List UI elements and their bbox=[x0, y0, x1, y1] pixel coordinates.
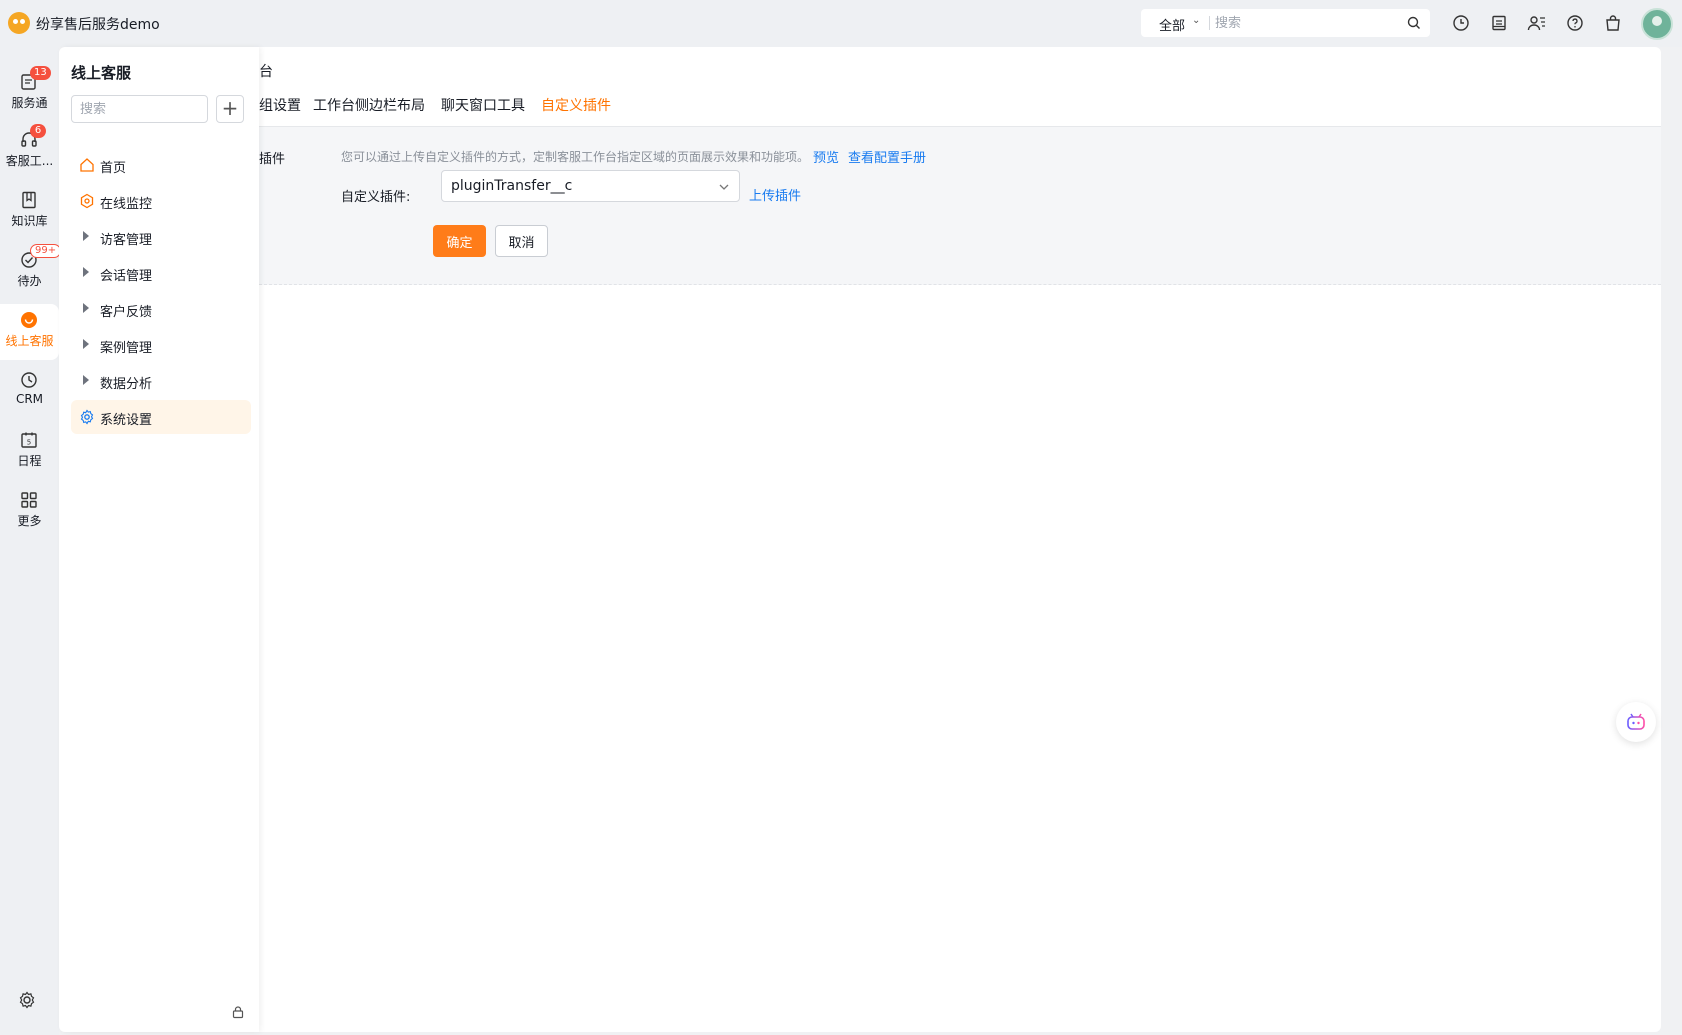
plugin-select-value: pluginTransfer__c bbox=[451, 178, 573, 194]
menu-item-home[interactable]: 首页 bbox=[71, 148, 251, 182]
avatar[interactable] bbox=[1641, 8, 1673, 40]
rail-item-calendar[interactable]: 5 日程 bbox=[0, 424, 59, 480]
settings-icon bbox=[80, 409, 94, 425]
grid-icon bbox=[21, 492, 37, 508]
rail-item-service[interactable]: 13 服务通 bbox=[0, 66, 59, 122]
crm-icon bbox=[21, 372, 37, 388]
caret-right-icon[interactable] bbox=[83, 303, 89, 313]
menu-item-cases[interactable]: 案例管理 bbox=[71, 328, 251, 362]
svg-text:5: 5 bbox=[27, 439, 31, 447]
confirm-button[interactable]: 确定 bbox=[433, 225, 486, 257]
config-manual-link[interactable]: 查看配置手册 bbox=[848, 147, 926, 166]
menu-item-label: 会话管理 bbox=[100, 269, 153, 284]
caret-right-icon[interactable] bbox=[83, 231, 89, 241]
tab-group-settings[interactable]: 组设置 bbox=[259, 95, 301, 129]
rail-item-agent[interactable]: 6 客服工... bbox=[0, 124, 59, 180]
badge: 99+ bbox=[30, 244, 62, 258]
menu-item-feedback[interactable]: 客户反馈 bbox=[71, 292, 251, 326]
plugin-select[interactable]: pluginTransfer__c bbox=[441, 170, 740, 202]
rail-item-online-service[interactable]: 线上客服 bbox=[0, 304, 59, 360]
upload-plugin-link[interactable]: 上传插件 bbox=[749, 185, 801, 204]
tab-custom-plugin[interactable]: 自定义插件 bbox=[541, 95, 611, 129]
menu-item-label: 在线监控 bbox=[100, 197, 153, 212]
app-title[interactable]: 纷享售后服务demo bbox=[36, 14, 160, 34]
menu-item-label: 首页 bbox=[100, 161, 127, 176]
settings-gear-icon[interactable] bbox=[17, 990, 37, 1010]
menu-item-analytics[interactable]: 数据分析 bbox=[71, 364, 251, 398]
shopping-bag-icon[interactable] bbox=[1602, 12, 1624, 34]
badge: 6 bbox=[30, 124, 46, 138]
search-scope-select[interactable]: 全部 bbox=[1159, 15, 1185, 34]
app-logo-icon[interactable] bbox=[8, 12, 30, 34]
tab-sidebar-layout[interactable]: 工作台侧边栏布局 bbox=[313, 95, 425, 129]
menu-item-label: 客户反馈 bbox=[100, 305, 153, 320]
plugin-field-label: 自定义插件: bbox=[341, 190, 411, 205]
global-search: 全部 ⌄ bbox=[1141, 9, 1430, 37]
home-icon bbox=[80, 158, 94, 172]
rail-item-more[interactable]: 更多 bbox=[0, 484, 59, 540]
preview-link[interactable]: 预览 bbox=[813, 147, 839, 166]
rail-item-crm[interactable]: CRM bbox=[0, 364, 59, 420]
rail-label: 服务通 bbox=[11, 96, 48, 110]
nav-rail: 13 服务通 6 客服工... 知识库 99+ 待办 线上客服 CRM 5 日程… bbox=[0, 47, 62, 1035]
rail-label: 待办 bbox=[17, 274, 42, 288]
chevron-down-icon bbox=[719, 184, 729, 190]
top-toolbar bbox=[1450, 12, 1624, 34]
menu-item-sessions[interactable]: 会话管理 bbox=[71, 256, 251, 290]
cancel-button[interactable]: 取消 bbox=[495, 225, 548, 257]
chevron-down-icon[interactable]: ⌄ bbox=[1192, 15, 1200, 26]
secondary-menu: 线上客服 + 首页 在线监控 访客管理 会话管理 客户反馈 案例管理 数据分析 … bbox=[59, 47, 259, 1032]
plugin-config-panel: 插件 您可以通过上传自定义插件的方式，定制客服工作台指定区域的页面展示效果和功能… bbox=[259, 127, 1661, 285]
add-button[interactable]: + bbox=[216, 95, 244, 123]
menu-item-label: 系统设置 bbox=[100, 413, 153, 428]
page-title: 台 bbox=[259, 64, 273, 80]
rail-label: 日程 bbox=[17, 454, 42, 468]
lock-icon[interactable] bbox=[231, 1005, 245, 1019]
ai-assistant-button[interactable] bbox=[1616, 702, 1656, 742]
contacts-icon[interactable] bbox=[1526, 12, 1548, 34]
description-text: 您可以通过上传自定义插件的方式，定制客服工作台指定区域的页面展示效果和功能项。 bbox=[341, 150, 810, 164]
divider bbox=[1209, 16, 1210, 30]
menu-item-label: 数据分析 bbox=[100, 377, 153, 392]
document-icon[interactable] bbox=[1488, 12, 1510, 34]
global-search-input[interactable] bbox=[1215, 13, 1395, 33]
menu-title: 线上客服 bbox=[71, 64, 132, 82]
badge: 13 bbox=[30, 66, 51, 80]
rail-label: 知识库 bbox=[11, 214, 48, 228]
caret-right-icon[interactable] bbox=[83, 267, 89, 277]
help-icon[interactable] bbox=[1564, 12, 1586, 34]
clock-icon[interactable] bbox=[1450, 12, 1472, 34]
menu-item-label: 访客管理 bbox=[100, 233, 153, 248]
top-bar: 纷享售后服务demo 全部 ⌄ bbox=[0, 0, 1682, 47]
rail-label: 线上客服 bbox=[5, 334, 54, 348]
rail-label: CRM bbox=[15, 392, 44, 406]
main-content: 台 组设置 工作台侧边栏布局 聊天窗口工具 自定义插件 插件 您可以通过上传自定… bbox=[259, 47, 1661, 1032]
tab-chat-tools[interactable]: 聊天窗口工具 bbox=[441, 95, 525, 129]
monitor-icon bbox=[80, 193, 94, 209]
robot-icon bbox=[1627, 713, 1645, 730]
book-icon bbox=[22, 191, 36, 209]
calendar-icon: 5 bbox=[21, 432, 37, 448]
caret-right-icon[interactable] bbox=[83, 339, 89, 349]
menu-item-settings[interactable]: 系统设置 bbox=[71, 400, 251, 434]
menu-item-visitors[interactable]: 访客管理 bbox=[71, 220, 251, 254]
caret-right-icon[interactable] bbox=[83, 375, 89, 385]
search-icon[interactable] bbox=[1406, 15, 1422, 31]
section-label: 插件 bbox=[259, 152, 286, 167]
rail-item-todo[interactable]: 99+ 待办 bbox=[0, 244, 62, 300]
menu-search-input[interactable] bbox=[71, 95, 208, 123]
rail-label: 客服工... bbox=[5, 154, 54, 168]
rail-label: 更多 bbox=[17, 514, 42, 528]
menu-item-monitor[interactable]: 在线监控 bbox=[71, 184, 251, 218]
online-service-icon bbox=[21, 312, 37, 328]
rail-item-knowledge[interactable]: 知识库 bbox=[0, 184, 59, 240]
menu-item-label: 案例管理 bbox=[100, 341, 153, 356]
